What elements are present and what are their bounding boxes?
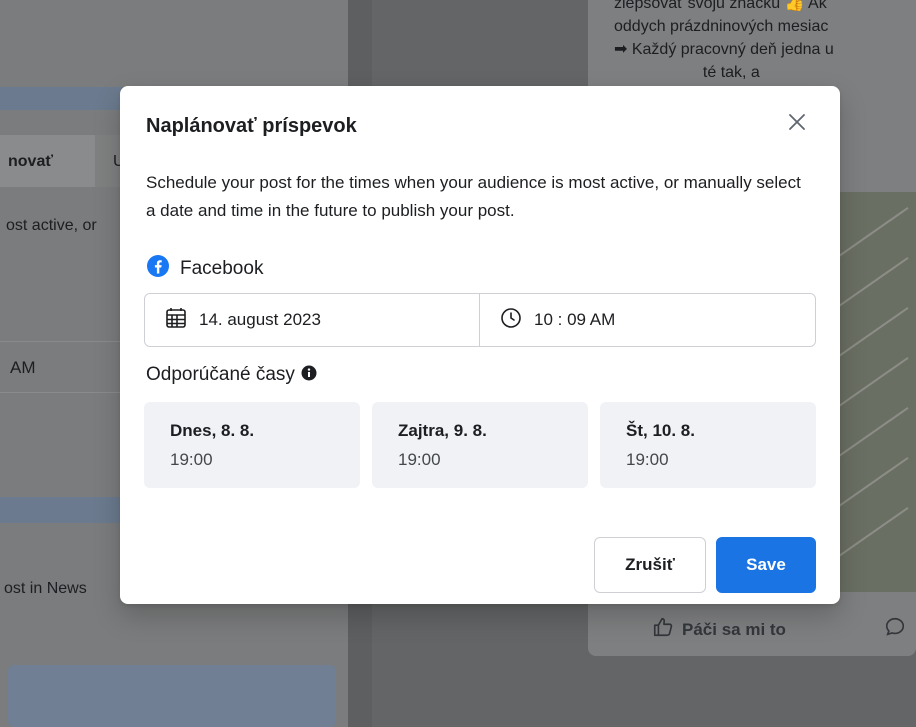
post-line: ➡ Každý pracovný deň jedna u <box>614 41 834 58</box>
background-post-image <box>828 192 916 592</box>
facebook-icon <box>146 254 170 283</box>
cancel-button[interactable]: Zrušiť <box>594 537 706 593</box>
background-tab-label: novať <box>8 153 54 170</box>
clock-icon <box>500 307 522 334</box>
post-line: té tak, a <box>614 64 760 81</box>
recommended-time-slots: Dnes, 8. 8. 19:00 Zajtra, 9. 8. 19:00 Št… <box>144 402 816 488</box>
platform-header: Facebook <box>146 254 263 283</box>
slot-day: Zajtra, 9. 8. <box>398 421 487 440</box>
slot-day: Dnes, 8. 8. <box>170 421 255 440</box>
background-like-button: Páči sa mi to <box>652 616 786 643</box>
background-post-actions: Páči sa mi to <box>588 608 916 648</box>
time-slot-today[interactable]: Dnes, 8. 8. 19:00 <box>144 402 360 488</box>
save-button[interactable]: Save <box>716 537 816 593</box>
close-icon <box>788 113 806 136</box>
close-button[interactable] <box>781 108 813 140</box>
dialog-title: Naplánovať príspevok <box>146 115 357 137</box>
dialog-description: Schedule your post for the times when yo… <box>146 173 801 220</box>
recommended-times-title: Odporúčané časy <box>146 364 295 385</box>
datetime-picker: 14. august 2023 10 : 09 AM <box>144 293 816 347</box>
comment-icon <box>884 616 906 643</box>
background-news-text: ost in News <box>4 580 87 597</box>
time-slot-tomorrow[interactable]: Zajtra, 9. 8. 19:00 <box>372 402 588 488</box>
background-like-label: Páči sa mi to <box>682 619 786 639</box>
info-icon[interactable] <box>301 365 317 386</box>
slot-time: 19:00 <box>398 450 441 469</box>
background-time-field: AM <box>0 341 140 393</box>
date-field[interactable]: 14. august 2023 <box>145 294 480 346</box>
platform-label: Facebook <box>180 257 264 279</box>
schedule-post-dialog: Naplánovať príspevok Schedule your post … <box>120 86 840 604</box>
recommended-times-header: Odporúčané časy <box>146 364 317 386</box>
post-line: oddych prázdninových mesiac <box>614 18 829 35</box>
background-time-text: AM <box>10 358 36 377</box>
time-value: 10 : 09 AM <box>534 310 616 329</box>
slot-time: 19:00 <box>170 450 213 469</box>
post-line: zlepšovať svoju značku 👍 Ak <box>614 0 827 12</box>
background-hint-text: ost active, or <box>6 217 97 234</box>
time-field[interactable]: 10 : 09 AM <box>480 294 815 346</box>
slot-day: Št, 10. 8. <box>626 421 695 440</box>
calendar-icon <box>165 307 187 334</box>
date-value: 14. august 2023 <box>199 310 321 329</box>
slot-time: 19:00 <box>626 450 669 469</box>
background-bottom-box <box>8 665 336 727</box>
thumbs-up-icon <box>652 616 674 643</box>
time-slot-thursday[interactable]: Št, 10. 8. 19:00 <box>600 402 816 488</box>
